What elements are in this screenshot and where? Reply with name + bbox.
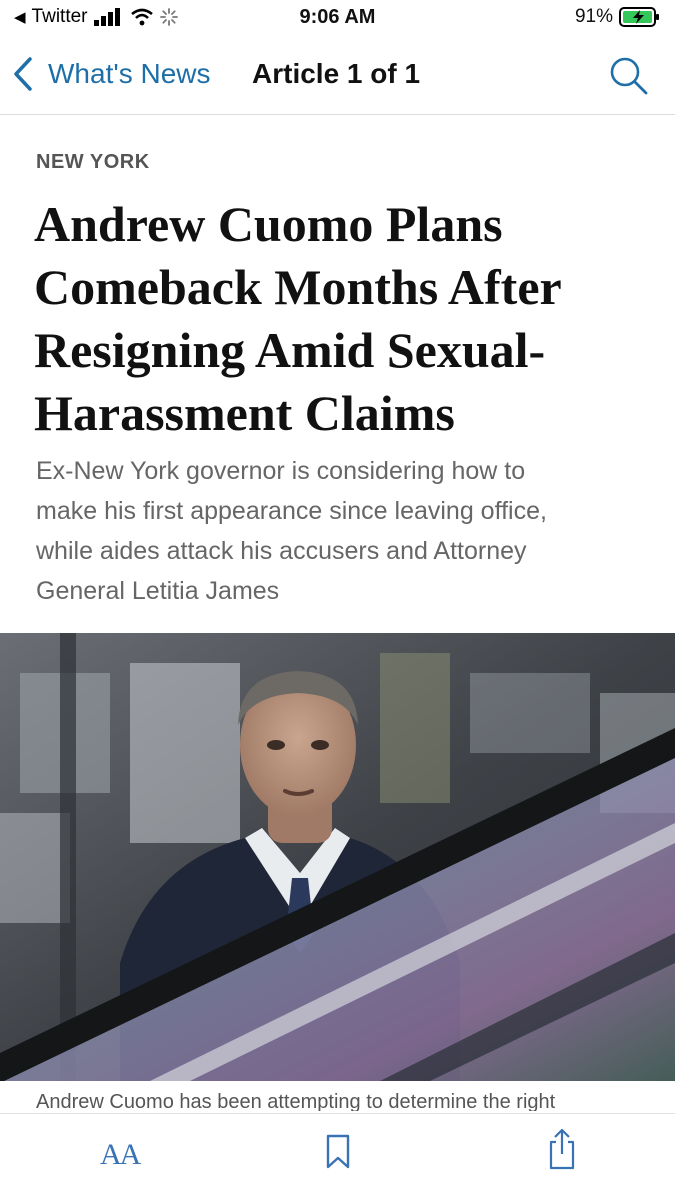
headline-line: Andrew Cuomo Plans xyxy=(34,196,503,252)
navigation-bar: What's News Article 1 of 1 xyxy=(0,42,675,115)
clock: 9:06 AM xyxy=(299,6,376,28)
share-button[interactable] xyxy=(547,1128,577,1175)
headline-line: Comeback Months After xyxy=(34,259,562,315)
bottom-toolbar: AA xyxy=(0,1113,675,1201)
chevron-left-icon xyxy=(14,57,32,91)
headline-line: Resigning Amid Sexual- xyxy=(34,322,546,378)
section-kicker[interactable]: NEW YORK xyxy=(36,151,150,174)
summary-line: Ex-New York governor is considering how … xyxy=(36,457,526,485)
share-icon xyxy=(549,1128,575,1170)
text-size-button[interactable]: AA xyxy=(100,1138,141,1172)
article-photo[interactable] xyxy=(0,633,675,1081)
back-button-label: What's News xyxy=(48,58,211,89)
battery-percent: 91% xyxy=(574,6,613,27)
status-bar: ◀ Twitter 9:06 AM 91% xyxy=(0,0,675,40)
battery-charging-icon xyxy=(619,7,659,27)
text-size-icon: AA xyxy=(100,1138,141,1171)
summary-line: while aides attack his accusers and Atto… xyxy=(36,537,527,565)
headline-line: Harassment Claims xyxy=(34,385,455,441)
bookmark-icon xyxy=(326,1134,350,1169)
bookmark-button[interactable] xyxy=(325,1134,351,1175)
summary-line: General Letitia James xyxy=(36,577,280,605)
search-icon xyxy=(610,57,648,95)
photo-illustration xyxy=(0,633,675,1081)
search-button[interactable] xyxy=(609,56,649,101)
back-button[interactable]: What's News xyxy=(12,56,211,92)
article-summary: Ex-New York governor is considering how … xyxy=(36,451,636,611)
battery-status: 91% xyxy=(575,6,661,28)
headline: Andrew Cuomo Plans Comeback Months After… xyxy=(34,193,654,445)
photo-caption: Andrew Cuomo has been attempting to dete… xyxy=(36,1091,556,1111)
page-title: Article 1 of 1 xyxy=(252,58,421,89)
summary-line: make his first appearance since leaving … xyxy=(36,497,547,525)
